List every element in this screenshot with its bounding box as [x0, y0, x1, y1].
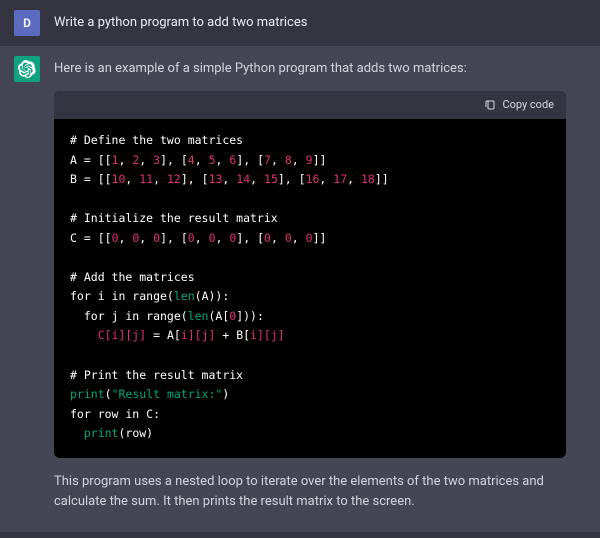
assistant-intro: Here is an example of a simple Python pr… — [54, 56, 566, 79]
message-actions-edge — [580, 56, 586, 512]
user-content: Write a python program to add two matric… — [54, 10, 586, 36]
openai-logo-icon — [18, 60, 36, 78]
user-prompt-text: Write a python program to add two matric… — [54, 10, 586, 33]
copy-code-label: Copy code — [502, 97, 554, 114]
code-body: # Define the two matrices A = [[1, 2, 3]… — [54, 119, 566, 458]
code-block: Copy code # Define the two matrices A = … — [54, 91, 566, 458]
user-avatar: D — [14, 10, 40, 36]
assistant-content: Here is an example of a simple Python pr… — [54, 56, 566, 512]
clipboard-icon — [484, 99, 496, 111]
copy-code-button[interactable]: Copy code — [484, 97, 554, 114]
assistant-message: Here is an example of a simple Python pr… — [0, 46, 600, 532]
user-avatar-letter: D — [23, 16, 31, 30]
user-message: D Write a python program to add two matr… — [0, 0, 600, 46]
assistant-avatar — [14, 56, 40, 82]
code-header: Copy code — [54, 91, 566, 120]
assistant-outro: This program uses a nested loop to itera… — [54, 472, 566, 512]
